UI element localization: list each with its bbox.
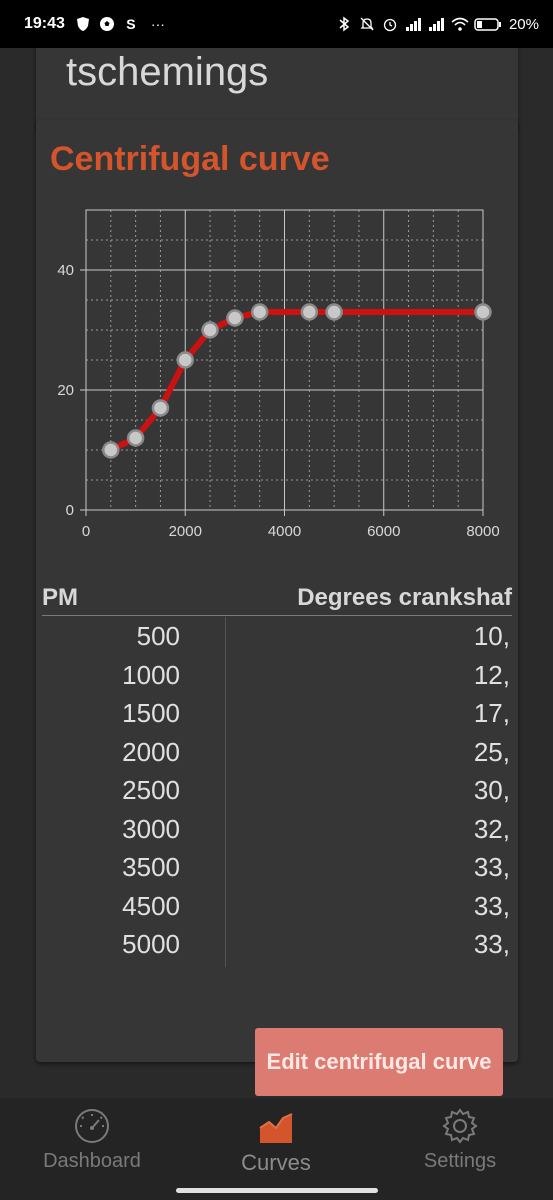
system-icons: 20% [336, 16, 539, 33]
degrees-column-header: Degrees crankshaf [297, 584, 512, 611]
nav-label-dashboard: Dashboard [43, 1150, 141, 1172]
area-chart-icon [184, 1106, 368, 1146]
x-tick-label: 2000 [169, 523, 202, 540]
x-tick-label: 8000 [466, 523, 499, 540]
signal-icon [428, 16, 444, 32]
status-time: 19:43 [24, 15, 65, 32]
degrees-cell: 33, [473, 929, 510, 959]
x-tick-label: 0 [82, 523, 90, 540]
data-point [250, 303, 269, 321]
data-point [201, 321, 219, 339]
table-row: 1500 17, [42, 694, 512, 733]
gear-icon [368, 1106, 552, 1146]
signal-icon [405, 16, 421, 32]
degrees-cell: 32, [473, 813, 510, 844]
data-point [102, 441, 120, 459]
table-row: 2500 30, [42, 771, 512, 810]
data-point [325, 303, 343, 321]
curve-line [109, 309, 483, 453]
centrifugal-heading: Centrifugal curve [50, 140, 330, 178]
rpm-cell: 1500 [122, 698, 180, 728]
bluetooth-icon [336, 16, 352, 32]
data-point [126, 429, 145, 447]
wifi-icon [451, 16, 469, 32]
nav-item-dashboard[interactable]: Dashboard [0, 1106, 184, 1173]
more-icon: ··· [150, 16, 165, 32]
home-indicator[interactable] [176, 1188, 378, 1193]
battery-icon [474, 16, 502, 32]
degrees-cell: 12, [473, 659, 510, 690]
degrees-cell: 30, [473, 775, 510, 805]
rpm-cell: 2000 [122, 736, 180, 767]
rpm-cell: 1000 [122, 659, 180, 690]
table-row: 2000 25, [42, 733, 512, 772]
nav-item-settings[interactable]: Settings [368, 1106, 552, 1173]
data-point [151, 399, 170, 417]
notification-icons: S ··· [75, 16, 169, 32]
centrifugal-chart[interactable]: 0 2000 4000 6000 8000 0 20 40 [36, 190, 518, 550]
alarm-icon [382, 16, 398, 32]
content-scroll[interactable]: tschemings Centrifugal curve 0 2000 4000 60… [0, 48, 553, 1098]
data-point [226, 309, 244, 327]
data-point [474, 303, 492, 321]
x-tick-label: 6000 [367, 523, 400, 540]
shield-icon [75, 16, 91, 32]
bottom-navigation: Dashboard Curves Settings [0, 1098, 553, 1200]
y-tick-label: 40 [57, 262, 74, 279]
table-row: 5000 33, [42, 925, 512, 964]
edit-centrifugal-curve-button[interactable]: Edit centrifugal curve [255, 1028, 503, 1096]
table-header: PM Degrees crankshaf [42, 578, 512, 616]
table-row: 4500 33, [42, 887, 512, 926]
curve-table: 500 10, 1000 12, 1500 17, 2000 25, 2500 30, 3… [42, 617, 512, 967]
degrees-cell: 25, [473, 736, 510, 767]
gauge-icon [0, 1106, 184, 1146]
nav-label-settings: Settings [423, 1150, 497, 1172]
y-tick-label: 0 [66, 502, 74, 519]
rpm-cell: 3500 [122, 852, 180, 882]
rpm-column-header: PM [42, 584, 78, 611]
rpm-cell: 4500 [122, 890, 180, 921]
status-bar: 19:43 S ··· 20% [0, 0, 553, 48]
x-tick-label: 4000 [268, 523, 301, 540]
degrees-cell: 33, [473, 890, 510, 921]
rpm-cell: 5000 [122, 929, 180, 959]
table-row: 3000 32, [42, 810, 512, 849]
data-point [176, 351, 194, 369]
football-icon [99, 16, 115, 32]
degrees-cell: 17, [473, 698, 510, 728]
battery-percent: 20% [508, 15, 539, 33]
nav-label-curves: Curves [241, 1150, 311, 1175]
data-point [300, 303, 319, 321]
y-tick-label: 20 [57, 382, 74, 399]
s-app-icon: S [126, 16, 136, 32]
centrifugal-card: Centrifugal curve 0 2000 4000 6000 8000 0 20 40… [36, 120, 518, 1096]
degrees-cell: 33, [473, 852, 510, 882]
table-row: 1000 12, [42, 656, 512, 695]
mute-icon [359, 16, 375, 32]
rpm-cell: 500 [136, 621, 180, 651]
rpm-cell: 3000 [122, 813, 180, 844]
degrees-cell: 10, [473, 621, 510, 651]
table-row: 3500 33, [42, 848, 512, 887]
nav-item-curves[interactable]: Curves [184, 1106, 368, 1176]
timing-card: tschemings [36, 48, 518, 130]
table-row: 500 10, [42, 617, 512, 656]
timing-card-title: tschemings [66, 50, 269, 94]
rpm-cell: 2500 [122, 775, 180, 805]
